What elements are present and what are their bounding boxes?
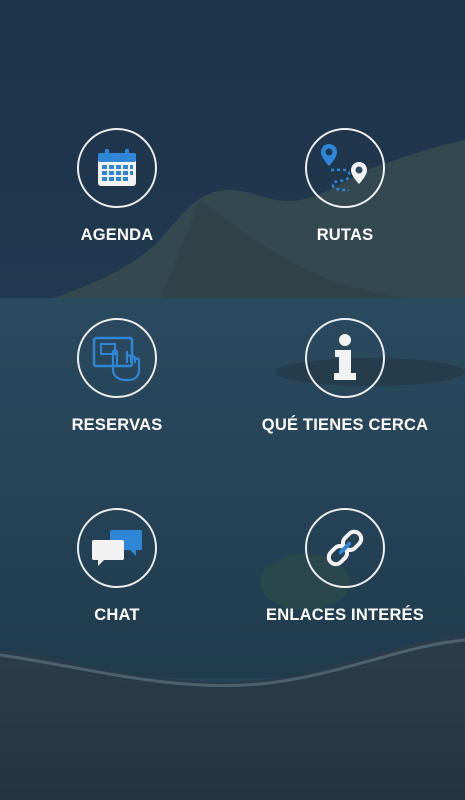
- chat-label: CHAT: [94, 606, 140, 624]
- rutas-circle[interactable]: [305, 128, 385, 208]
- touch-screen-hand-icon: [92, 336, 141, 382]
- menu-item-agenda[interactable]: AGENDA: [17, 128, 217, 245]
- chat-circle[interactable]: [77, 508, 157, 588]
- agenda-label: AGENDA: [80, 226, 154, 244]
- menu-item-reservas[interactable]: RESERVAS: [17, 318, 217, 435]
- cerca-circle[interactable]: [305, 318, 385, 398]
- menu-item-rutas[interactable]: RUTAS: [245, 128, 445, 245]
- chat-bubbles-icon: [92, 530, 142, 566]
- menu-item-que-tienes-cerca[interactable]: QUÉ TIENES CERCA: [245, 318, 445, 435]
- reservas-circle[interactable]: [77, 318, 157, 398]
- info-icon: [334, 334, 356, 380]
- reservas-label: RESERVAS: [71, 416, 163, 434]
- menu-item-chat[interactable]: CHAT: [17, 508, 217, 625]
- cerca-label: QUÉ TIENES CERCA: [261, 416, 429, 434]
- link-chain-icon: [326, 529, 364, 567]
- enlaces-circle[interactable]: [305, 508, 385, 588]
- rutas-label: RUTAS: [316, 226, 374, 244]
- calendar-icon: [98, 149, 136, 186]
- menu-item-enlaces-interes[interactable]: ENLACES INTERÉS: [245, 508, 445, 625]
- agenda-circle[interactable]: [77, 128, 157, 208]
- route-map-pin-icon: [321, 144, 367, 192]
- enlaces-label: ENLACES INTERÉS: [266, 606, 424, 624]
